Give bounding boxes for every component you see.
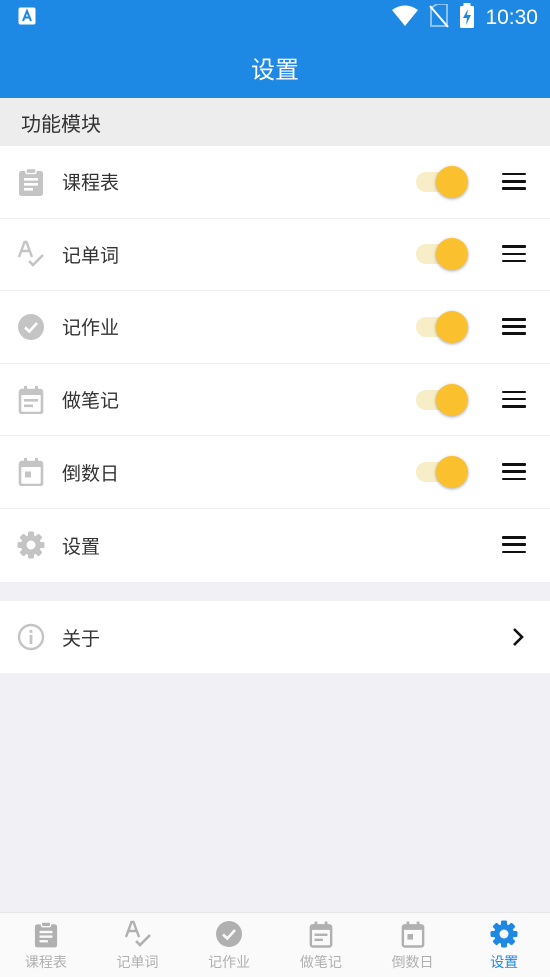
module-row-settings[interactable]: 设置 bbox=[0, 509, 550, 582]
drag-handle-icon[interactable] bbox=[502, 390, 526, 409]
no-sim-icon bbox=[429, 3, 450, 32]
spellcheck-icon bbox=[17, 240, 45, 268]
gear-icon bbox=[489, 919, 519, 949]
info-icon bbox=[17, 623, 45, 651]
module-label: 倒数日 bbox=[62, 462, 120, 485]
nav-item-timetable[interactable]: 课程表 bbox=[0, 913, 92, 977]
event-calendar-icon bbox=[398, 919, 428, 949]
drag-handle-icon[interactable] bbox=[502, 463, 526, 481]
module-toggle[interactable] bbox=[416, 165, 470, 199]
module-label: 记单词 bbox=[62, 244, 120, 267]
nav-item-notes[interactable]: 做笔记 bbox=[275, 913, 367, 977]
module-label: 设置 bbox=[62, 535, 101, 558]
module-row-timetable[interactable]: 课程表 bbox=[0, 146, 550, 219]
nav-item-countdown[interactable]: 倒数日 bbox=[367, 913, 459, 977]
module-label: 记作业 bbox=[62, 317, 120, 340]
check-circle-icon bbox=[214, 919, 244, 949]
section-header: 功能模块 bbox=[0, 98, 550, 146]
nav-label: 记作业 bbox=[208, 955, 251, 971]
bottom-nav: 课程表 记单词 记作业 做笔记 倒数日 设置 bbox=[0, 912, 550, 977]
page-title: 设置 bbox=[251, 55, 299, 84]
app-notification-icon bbox=[18, 7, 36, 29]
module-label: 做笔记 bbox=[62, 390, 120, 413]
nav-label: 做笔记 bbox=[299, 955, 342, 971]
nav-item-settings[interactable]: 设置 bbox=[458, 913, 550, 977]
module-row-vocabulary[interactable]: 记单词 bbox=[0, 219, 550, 292]
status-time: 10:30 bbox=[485, 6, 538, 29]
battery-charging-icon bbox=[459, 3, 475, 33]
nav-label: 记单词 bbox=[116, 955, 159, 971]
app-bar: 10:30 设置 bbox=[0, 0, 550, 98]
wifi-icon bbox=[391, 5, 419, 31]
module-toggle[interactable] bbox=[416, 310, 470, 344]
about-row[interactable]: 关于 bbox=[0, 601, 550, 673]
chevron-right-icon bbox=[510, 625, 528, 649]
gear-icon bbox=[17, 531, 45, 559]
clipboard-icon bbox=[17, 167, 45, 196]
drag-handle-icon[interactable] bbox=[502, 536, 526, 554]
clipboard-icon bbox=[31, 919, 61, 949]
module-list: 课程表 记单词 记作业 做笔记 倒数日 设置 bbox=[0, 146, 550, 582]
drag-handle-icon[interactable] bbox=[502, 245, 526, 263]
drag-handle-icon[interactable] bbox=[502, 317, 526, 336]
note-calendar-icon bbox=[17, 385, 45, 414]
module-toggle[interactable] bbox=[416, 383, 470, 417]
drag-handle-icon[interactable] bbox=[502, 172, 526, 191]
nav-label: 倒数日 bbox=[391, 955, 434, 971]
event-calendar-icon bbox=[17, 458, 45, 487]
nav-item-homework[interactable]: 记作业 bbox=[183, 913, 275, 977]
check-circle-icon bbox=[17, 313, 45, 341]
nav-item-vocabulary[interactable]: 记单词 bbox=[92, 913, 184, 977]
module-label: 课程表 bbox=[62, 172, 120, 195]
module-row-notes[interactable]: 做笔记 bbox=[0, 364, 550, 437]
status-bar: 10:30 bbox=[0, 0, 550, 36]
note-calendar-icon bbox=[306, 919, 336, 949]
nav-label: 课程表 bbox=[24, 955, 67, 971]
module-row-countdown[interactable]: 倒数日 bbox=[0, 436, 550, 509]
section-title: 功能模块 bbox=[21, 111, 101, 136]
module-toggle[interactable] bbox=[416, 237, 470, 271]
module-row-homework[interactable]: 记作业 bbox=[0, 291, 550, 364]
nav-label: 设置 bbox=[490, 955, 519, 971]
spellcheck-icon bbox=[123, 919, 153, 949]
module-toggle[interactable] bbox=[416, 455, 470, 489]
about-label: 关于 bbox=[62, 627, 101, 650]
